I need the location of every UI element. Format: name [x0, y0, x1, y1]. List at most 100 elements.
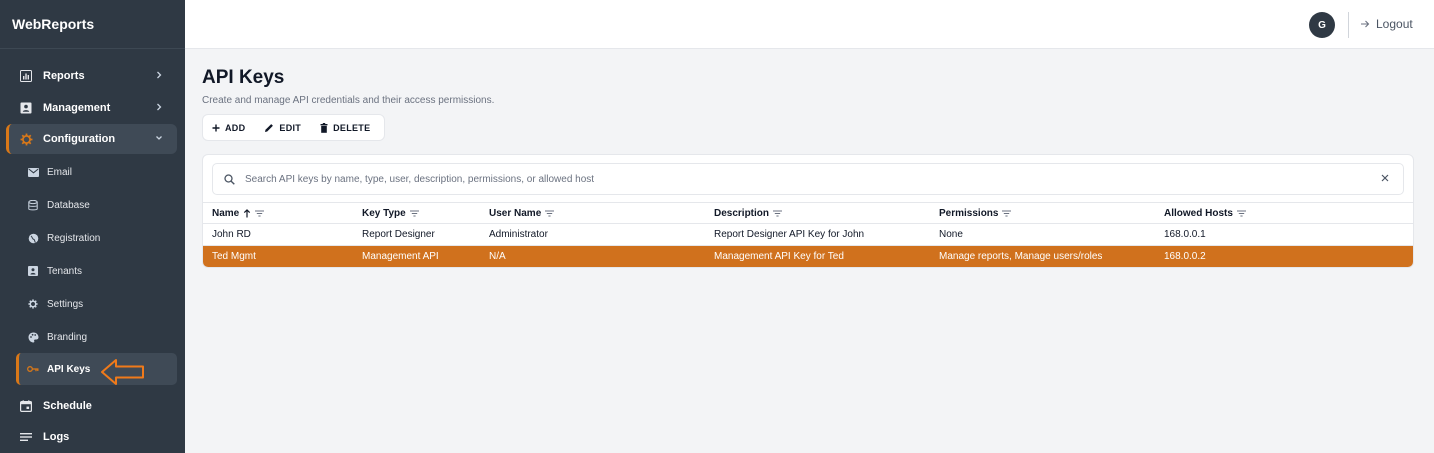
column-header-user-name[interactable]: User Name: [489, 208, 555, 219]
filter-icon[interactable]: [409, 210, 419, 217]
column-header-description[interactable]: Description: [714, 208, 783, 219]
delete-button[interactable]: DELETE: [320, 122, 371, 133]
gear-icon: [27, 298, 39, 310]
page-subtitle: Create and manage API credentials and th…: [202, 95, 495, 106]
database-icon: [27, 199, 39, 211]
search-icon: [224, 173, 235, 185]
sidebar-item-label: Configuration: [43, 133, 116, 145]
cell-key-type: Report Designer: [362, 229, 435, 240]
sidebar-subitem-api-keys[interactable]: API Keys: [16, 353, 177, 385]
cell-user-name: N/A: [489, 251, 506, 262]
sidebar-subitem-registration[interactable]: Registration: [16, 222, 177, 254]
chevron-down-icon: [156, 136, 162, 140]
cell-name: Ted Mgmt: [212, 251, 256, 262]
add-button-label: ADD: [225, 122, 246, 133]
add-button[interactable]: ADD: [212, 123, 245, 133]
divider: [1348, 12, 1349, 38]
sort-ascending-icon[interactable]: [243, 209, 251, 218]
filter-icon[interactable]: [773, 210, 783, 217]
table-header: Name Key Type User Name Description Perm…: [203, 202, 1413, 224]
column-header-label: Name: [212, 208, 240, 219]
search-input[interactable]: [245, 173, 1345, 185]
app-brand: WebReports: [12, 16, 95, 32]
cell-name: John RD: [212, 229, 251, 240]
cell-description: Report Designer API Key for John: [714, 229, 865, 240]
page-title: API Keys: [202, 67, 285, 88]
arrow-right-icon: [1361, 20, 1370, 28]
column-header-label: Allowed Hosts: [1164, 208, 1233, 219]
table-row-selected[interactable]: Ted Mgmt Management API N/A Management A…: [203, 246, 1413, 267]
logout-button[interactable]: Logout: [1360, 17, 1413, 31]
sidebar-subitem-label: Registration: [47, 232, 101, 244]
calendar-icon: [19, 399, 33, 413]
sidebar-item-management[interactable]: Management: [6, 93, 177, 123]
column-header-key-type[interactable]: Key Type: [362, 208, 419, 219]
pencil-icon: [265, 123, 274, 132]
cell-permissions: Manage reports, Manage users/roles: [939, 251, 1103, 262]
column-header-name[interactable]: Name: [212, 208, 265, 219]
id-card-icon: [19, 101, 33, 115]
column-header-label: Description: [714, 208, 770, 219]
email-icon: [27, 166, 39, 178]
sidebar: WebReports Reports Management Configurat…: [0, 0, 185, 453]
sidebar-subitem-label: Branding: [47, 331, 88, 343]
search-box: [212, 163, 1404, 195]
sidebar-item-label: Schedule: [43, 400, 92, 412]
cell-description: Management API Key for Ted: [714, 251, 844, 262]
globe-icon: [27, 232, 39, 244]
column-header-permissions[interactable]: Permissions: [939, 208, 1012, 219]
divider: [0, 48, 185, 49]
column-header-label: Permissions: [939, 208, 999, 219]
clear-icon[interactable]: [1381, 174, 1389, 182]
trash-icon: [320, 122, 328, 133]
column-header-label: User Name: [489, 208, 542, 219]
filter-icon[interactable]: [255, 210, 265, 217]
cell-allowed-hosts: 168.0.0.1: [1164, 229, 1206, 240]
arrow-annotation-icon: [101, 359, 144, 385]
logout-label: Logout: [1376, 17, 1413, 31]
cell-key-type: Management API: [362, 251, 439, 262]
palette-icon: [27, 331, 39, 343]
table-row[interactable]: John RD Report Designer Administrator Re…: [203, 224, 1413, 246]
cell-user-name: Administrator: [489, 229, 548, 240]
cell-allowed-hosts: 168.0.0.2: [1164, 251, 1206, 262]
cell-permissions: None: [939, 229, 963, 240]
action-toolbar: ADD EDIT DELETE: [202, 114, 385, 141]
column-header-allowed-hosts[interactable]: Allowed Hosts: [1164, 208, 1246, 219]
plus-icon: [212, 124, 220, 131]
api-keys-table-panel: Name Key Type User Name Description Perm…: [202, 154, 1414, 268]
top-bar: G Logout: [185, 0, 1434, 49]
sidebar-item-configuration[interactable]: Configuration: [6, 124, 177, 154]
sidebar-subitem-label: Tenants: [47, 265, 83, 277]
sidebar-subitem-label: API Keys: [47, 363, 91, 375]
chevron-right-icon: [157, 103, 162, 111]
sidebar-item-reports[interactable]: Reports: [6, 61, 177, 91]
edit-button[interactable]: EDIT: [264, 123, 301, 133]
list-icon: [19, 430, 33, 444]
gear-icon: [19, 132, 33, 146]
sidebar-item-label: Reports: [43, 70, 85, 82]
sidebar-subitem-label: Database: [47, 199, 90, 211]
sidebar-item-schedule[interactable]: Schedule: [6, 391, 177, 421]
sidebar-item-label: Management: [43, 102, 111, 114]
key-icon: [27, 363, 39, 375]
sidebar-subitem-email[interactable]: Email: [16, 156, 177, 188]
sidebar-subitem-label: Settings: [47, 298, 84, 310]
column-header-label: Key Type: [362, 208, 406, 219]
sidebar-subitem-branding[interactable]: Branding: [16, 321, 177, 353]
sidebar-subitem-database[interactable]: Database: [16, 189, 177, 221]
sidebar-subitem-settings[interactable]: Settings: [16, 288, 177, 320]
sidebar-item-logs[interactable]: Logs: [6, 422, 177, 452]
avatar[interactable]: G: [1309, 12, 1335, 38]
sidebar-subitem-label: Email: [47, 166, 73, 178]
sidebar-subitem-tenants[interactable]: Tenants: [16, 255, 177, 287]
edit-button-label: EDIT: [279, 122, 302, 133]
chart-icon: [19, 69, 33, 83]
filter-icon[interactable]: [1236, 210, 1246, 217]
chevron-right-icon: [157, 71, 162, 79]
delete-button-label: DELETE: [333, 122, 371, 133]
badge-icon: [27, 265, 39, 277]
filter-icon[interactable]: [545, 210, 555, 217]
filter-icon[interactable]: [1002, 210, 1012, 217]
sidebar-item-label: Logs: [43, 431, 70, 443]
